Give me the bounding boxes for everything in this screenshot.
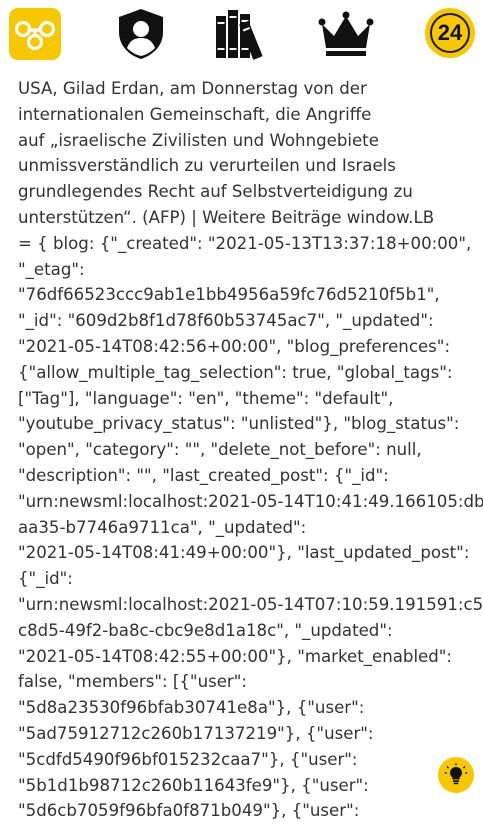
- article-line: "_etag":: [18, 259, 85, 279]
- article-line: {"_id":: [18, 569, 73, 589]
- lightbulb-icon: [444, 763, 468, 785]
- article-line: "2021-05-14T08:42:56+00:00", "blog_prefe…: [18, 336, 451, 356]
- article-line: "5cdfd5490f96bf015232caa7"}, {"user":: [18, 749, 358, 769]
- books-icon[interactable]: [214, 8, 266, 60]
- top-navigation-bar: 24: [0, 0, 483, 72]
- points-count: 24: [430, 13, 470, 53]
- article-line: false, "members": [{"user":: [18, 672, 247, 692]
- article-line: unmissverständlich zu verurteilen und Is…: [18, 156, 396, 176]
- article-line: "5b1d1b98712c260b11643fe9"}, {"user":: [18, 775, 369, 795]
- article-line: "76df66523ccc9ab1e1bb4956a59fc76d5210f5b…: [18, 285, 440, 305]
- article-line: = { blog: {"_created": "2021-05-13T13:37…: [18, 233, 472, 253]
- article-line: "youtube_privacy_status": "unlisted"}, "…: [18, 414, 460, 434]
- article-line: auf „israelische Zivilisten und Wohngebi…: [18, 130, 379, 150]
- article-line: USA, Gilad Erdan, am Donnerstag von der: [18, 79, 367, 98]
- lightbulb-button[interactable]: [438, 757, 474, 793]
- article-text: USA, Gilad Erdan, am Donnerstag von der i…: [18, 76, 483, 824]
- article-line: "_id": "609d2b8f1d78f60b53745ac7", "_upd…: [18, 311, 434, 331]
- article-line: internationalen Gemeinschaft, die Angrif…: [18, 104, 372, 124]
- article-line: "urn:newsml:localhost:2021-05-14T07:10:5…: [18, 594, 483, 614]
- crown-icon[interactable]: [318, 10, 374, 58]
- article-line: "urn:newsml:localhost:2021-05-14T10:41:4…: [18, 491, 483, 511]
- article-line: "2021-05-14T08:42:55+00:00"}, "market_en…: [18, 646, 453, 666]
- article-line: unterstützen“. (AFP) | Weitere Beiträge …: [18, 207, 435, 227]
- article-line: {"allow_multiple_tag_selection": true, "…: [18, 362, 453, 382]
- article-line: "description": "", "last_created_post": …: [18, 465, 389, 485]
- article-line: c8d5-49f2-ba8c-cbc9e8d1a18c", "_updated"…: [18, 620, 393, 640]
- article-line: "open", "category": "", "delete_not_befo…: [18, 440, 422, 460]
- article-line: aa35-b7746a9711ca", "_updated":: [18, 517, 307, 537]
- article-line: "2021-05-14T08:41:49+00:00"}, "last_upda…: [18, 543, 470, 563]
- article-line: "5d8a23530f96bfab30741e8a"}, {"user":: [18, 698, 365, 718]
- user-shield-icon[interactable]: [115, 8, 167, 60]
- article-line: ["Tag"], "language": "en", "theme": "def…: [18, 388, 394, 408]
- article-line: "5ad75912712c260b17137219"}, {"user":: [18, 723, 374, 743]
- article-line: "5d6cb7059f96bfa0f871b049"}, {"user":: [18, 801, 360, 821]
- article-line: grundlegendes Recht auf Selbstverteidigu…: [18, 182, 413, 202]
- app-logo-icon[interactable]: [9, 8, 61, 60]
- points-badge[interactable]: 24: [425, 8, 475, 58]
